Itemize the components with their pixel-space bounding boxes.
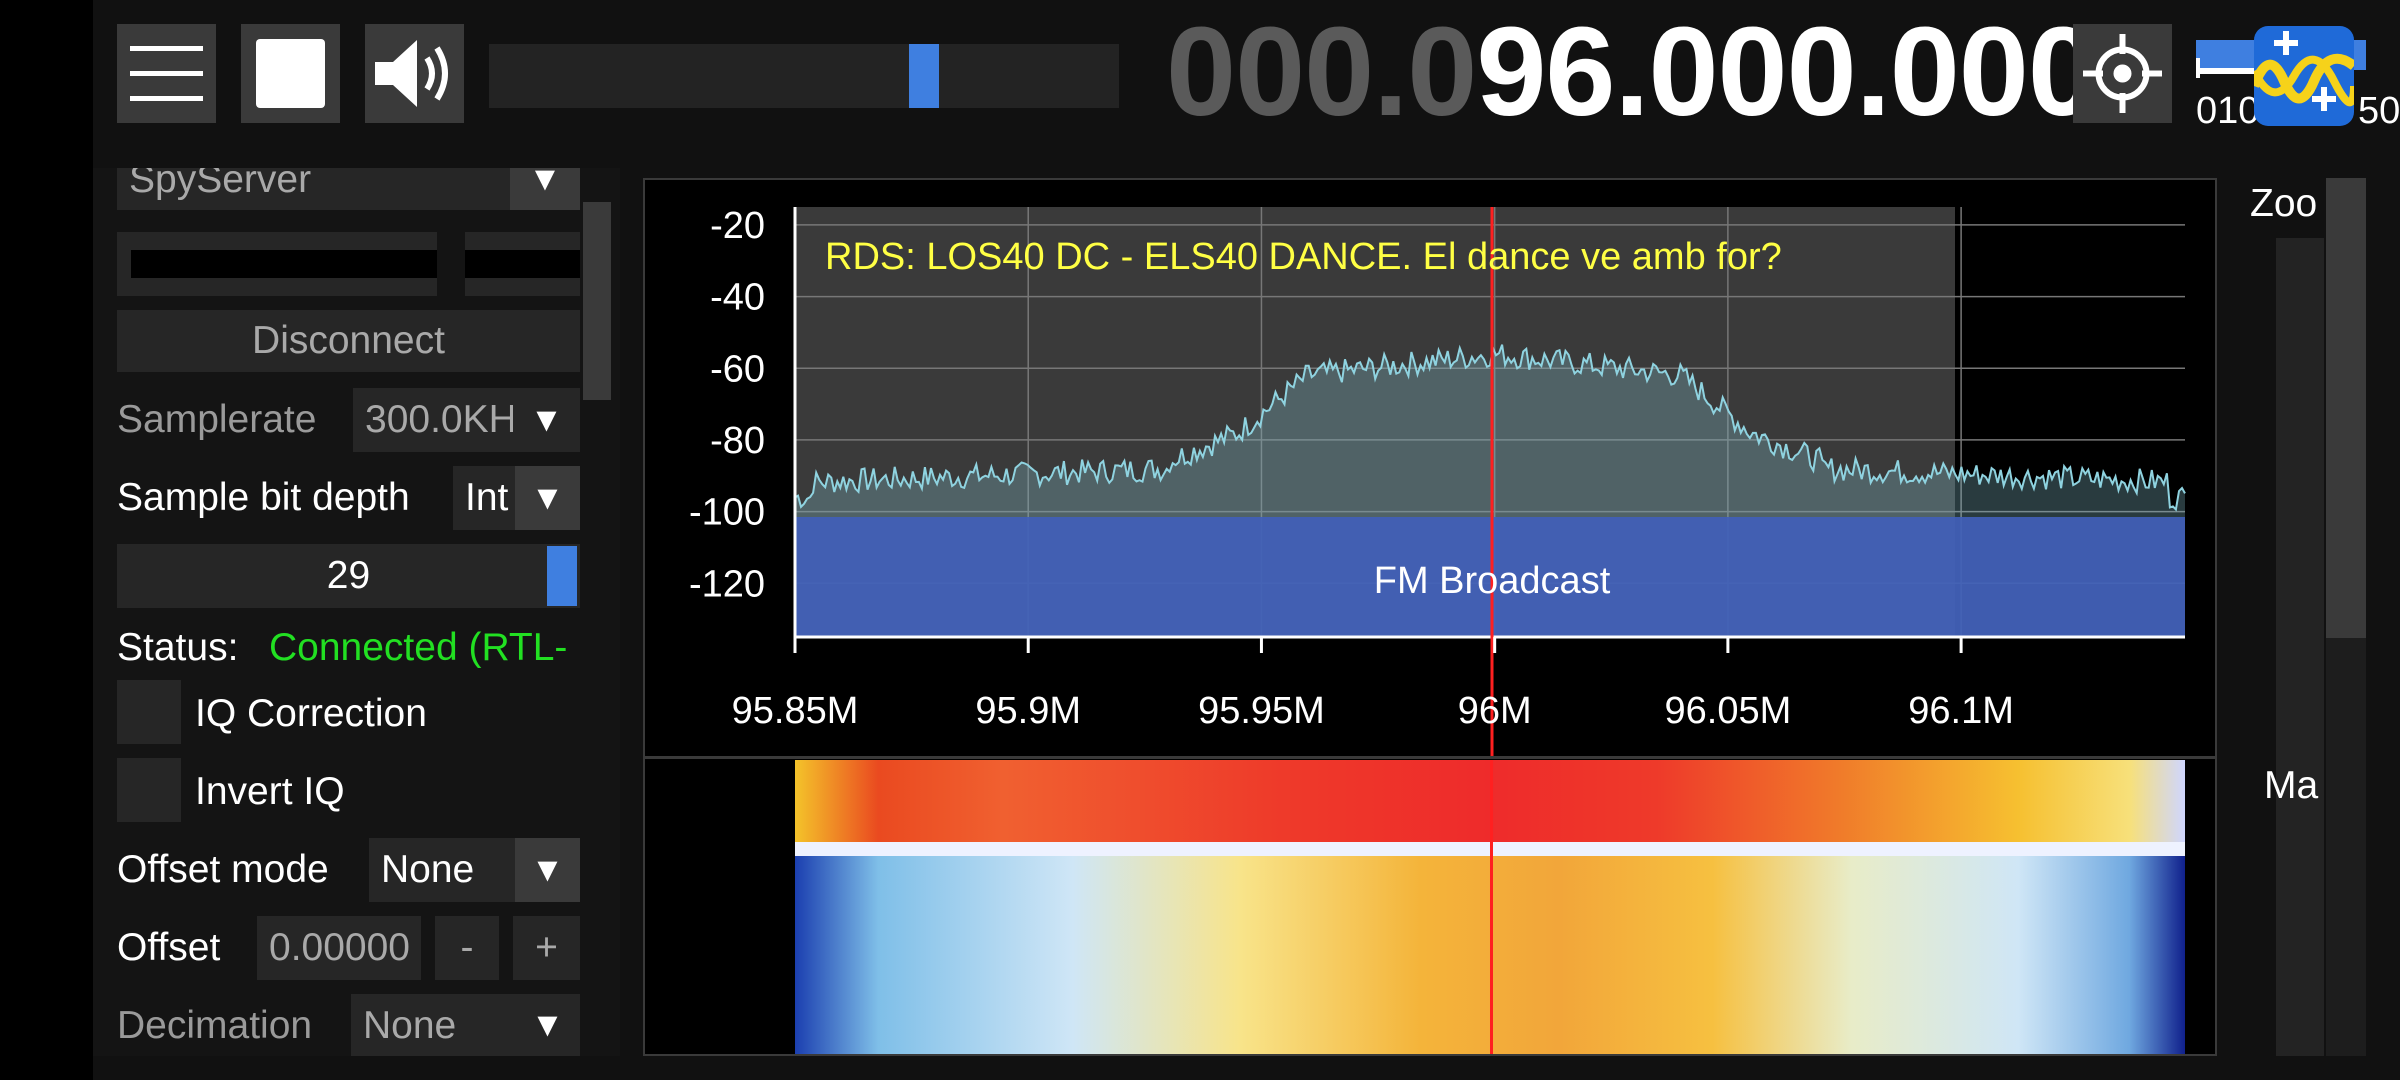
source-type-dropdown[interactable]: SpyServer ▼ (117, 168, 580, 210)
offset-plus-label: + (535, 926, 558, 969)
waterfall[interactable] (795, 760, 2185, 1054)
zoom-label: Zoo (2250, 182, 2318, 225)
bitdepth-dropdown[interactable]: Int ▼ (453, 466, 580, 530)
decimation-dropdown[interactable]: None ▼ (351, 994, 580, 1056)
right-scrollbar[interactable] (2326, 178, 2366, 638)
menu-button[interactable] (117, 24, 216, 123)
offset-plus-button[interactable]: + (513, 916, 580, 980)
stop-button[interactable] (241, 24, 340, 123)
invert-iq-label: Invert IQ (195, 770, 345, 813)
host-value-redacted (131, 250, 437, 278)
offset-mode-value: None (381, 848, 475, 891)
offset-minus-label: - (460, 926, 474, 969)
x-tick-label: 96.1M (1908, 690, 2014, 732)
offset-minus-button[interactable]: - (435, 916, 499, 980)
hamburger-menu-icon (130, 46, 203, 101)
gain-value: 29 (326, 554, 371, 597)
offset-mode-label: Offset mode (117, 848, 329, 891)
sdr-app-wave-icon (2254, 31, 2354, 111)
spectrum-view[interactable]: -20 -40 -60 -80 -100 -120 95.85M 95.9M 95.95M 96M… (643, 178, 2217, 1056)
y-tick-label: -100 (689, 492, 765, 534)
frequency-display[interactable]: 000.096.000.000 (1166, 9, 2098, 135)
port-value-redacted (465, 250, 580, 278)
gain-slider-thumb[interactable] (547, 546, 577, 606)
right-scrollbar-track (2326, 638, 2366, 1056)
panel-scrollbar[interactable] (583, 202, 611, 400)
max-label: Ma (2264, 764, 2319, 807)
chevron-down-icon: ▼ (515, 994, 580, 1056)
crosshair-target-icon (2083, 34, 2162, 113)
x-tick-label: 95.95M (1198, 690, 1325, 732)
y-tick-label: -40 (710, 277, 765, 319)
disconnect-label: Disconnect (252, 319, 445, 362)
chevron-down-icon: ▼ (515, 466, 580, 530)
port-field[interactable] (465, 232, 580, 296)
offset-value: 0.00000 (269, 926, 410, 969)
decimation-label: Decimation (117, 1004, 313, 1047)
iq-correction-checkbox[interactable] (117, 680, 181, 744)
chevron-down-icon: ▼ (515, 838, 580, 902)
mini-zoom-label-right: 50 (2358, 90, 2400, 132)
chevron-down-icon: ▼ (510, 168, 580, 210)
volume-slider-thumb[interactable] (909, 44, 939, 108)
y-tick-label: -20 (710, 205, 765, 247)
x-tick-label: 95.85M (732, 690, 859, 732)
offset-input[interactable]: 0.00000 (257, 916, 421, 980)
source-type-value: SpyServer (129, 168, 312, 201)
rds-text: RDS: LOS40 DC - ELS40 DANCE. El dance ve… (825, 236, 1782, 278)
y-tick-label: -60 (710, 348, 765, 390)
gain-slider[interactable]: 29 (117, 544, 580, 608)
waterfall-vfo-line (1490, 760, 1493, 1054)
bitdepth-value: Int (465, 476, 509, 519)
stop-icon (256, 39, 325, 108)
frequency-leading-digits[interactable]: 000.0 (1166, 1, 1477, 142)
mini-zoom-left-tick (2196, 58, 2200, 78)
app-icon-button[interactable] (2254, 26, 2354, 126)
y-tick-label: -120 (689, 563, 765, 605)
offset-mode-dropdown[interactable]: None ▼ (369, 838, 580, 902)
host-field[interactable] (117, 232, 437, 296)
spectrum-waterfall-divider (645, 756, 2215, 759)
samplerate-value: 300.0KH (365, 398, 517, 441)
iq-correction-label: IQ Correction (195, 692, 427, 735)
y-tick-label: -80 (710, 420, 765, 462)
speaker-volume-icon (375, 40, 448, 107)
source-settings-panel[interactable]: SpyServer ▼ Disconnect Samplerate 300.0K… (93, 168, 620, 1056)
x-tick-label: 95.9M (975, 690, 1081, 732)
decimation-value: None (363, 1004, 457, 1047)
bitdepth-label: Sample bit depth (117, 476, 410, 519)
offset-label: Offset (117, 926, 221, 969)
mute-button[interactable] (365, 24, 464, 123)
band-label: FM Broadcast (1373, 560, 1611, 602)
x-tick-label: 96M (1458, 690, 1532, 732)
status-label: Status: (117, 626, 239, 669)
center-frequency-button[interactable] (2073, 24, 2172, 123)
status-value: Connected (RTL- (269, 626, 568, 669)
samplerate-label: Samplerate (117, 398, 317, 441)
disconnect-button[interactable]: Disconnect (117, 310, 580, 372)
volume-slider[interactable] (489, 44, 1119, 108)
right-control-panel[interactable]: Zoo Ma (2230, 178, 2400, 1056)
samplerate-dropdown[interactable]: 300.0KH ▼ (353, 388, 580, 452)
left-edge-bar (0, 0, 93, 1080)
frequency-digits[interactable]: 96.000.000 (1476, 1, 2098, 142)
max-slider[interactable] (2276, 820, 2324, 1056)
mini-zoom-label: 010 (2196, 90, 2260, 132)
chevron-down-icon: ▼ (513, 388, 580, 452)
x-tick-label: 96.05M (1665, 690, 1792, 732)
invert-iq-checkbox[interactable] (117, 758, 181, 822)
